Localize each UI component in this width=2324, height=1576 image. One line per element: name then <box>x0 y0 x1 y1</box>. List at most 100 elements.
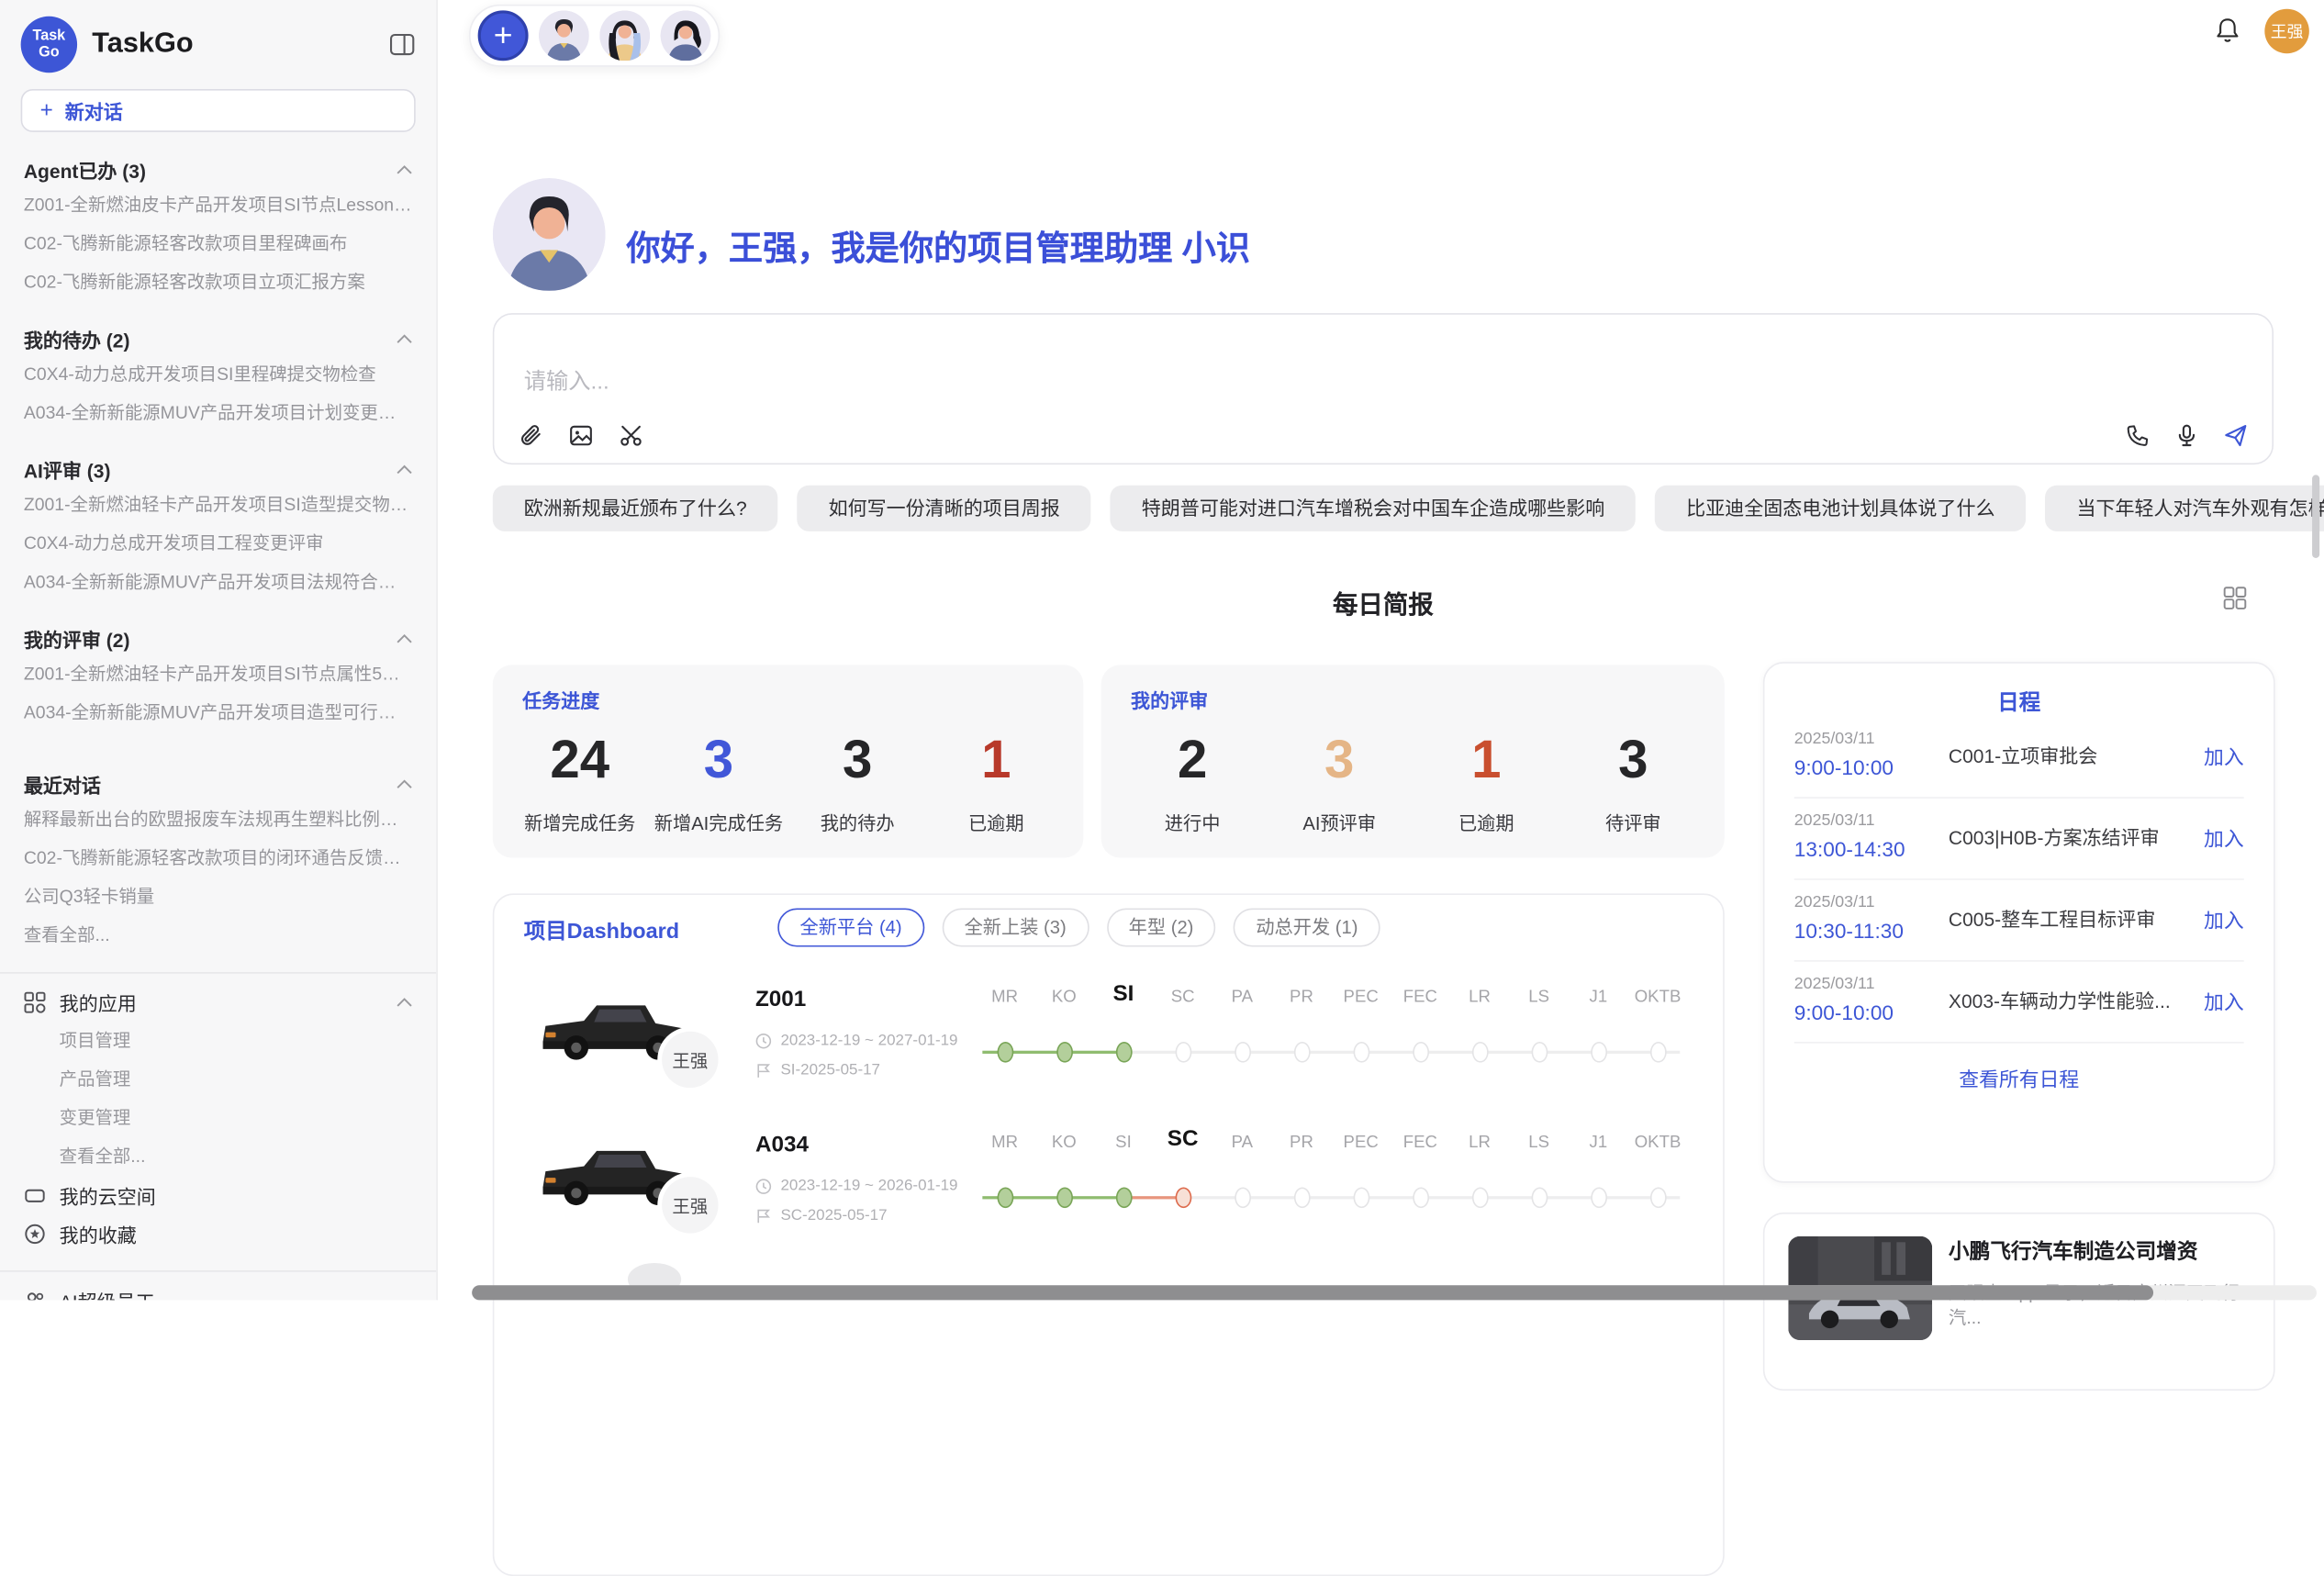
sidebar-item[interactable]: C02-飞腾新能源轻客改款项目里程碑画布 <box>0 224 436 263</box>
sidebar-item[interactable]: 解释最新出台的欧盟报废车法规再生塑料比例被调至15%... <box>0 799 436 838</box>
sidebar-item[interactable]: A034-全新新能源MUV产品开发项目造型可行性评审 <box>0 693 436 732</box>
send-icon[interactable] <box>2223 423 2248 448</box>
milestone-label: FEC <box>1391 1134 1450 1151</box>
agent-avatar-1[interactable] <box>539 10 589 61</box>
filter-model-year[interactable]: 年型 (2) <box>1106 909 1215 947</box>
suggestion-chip[interactable]: 如何写一份清晰的项目周报 <box>798 486 1091 531</box>
sidebar-item-my-apps[interactable]: 我的应用 <box>0 982 436 1021</box>
card-title: 我的评审 <box>1131 686 1208 714</box>
milestone-dot <box>1293 1187 1310 1208</box>
sidebar-item-favorites[interactable]: 我的收藏 <box>0 1214 436 1253</box>
milestone-dot <box>1590 1187 1606 1208</box>
sidebar-item-cloud-space[interactable]: 我的云空间 <box>0 1176 436 1214</box>
milestone-label-current: SI <box>1094 981 1154 1006</box>
milestone-label: FEC <box>1391 989 1450 1006</box>
sidebar-item[interactable]: C02-飞腾新能源轻客改款项目的闭环通告反馈情况 <box>0 839 436 877</box>
section-header-my-todo[interactable]: 我的待办 (2) <box>0 322 436 355</box>
image-icon[interactable] <box>568 423 593 448</box>
star-circle-icon <box>24 1222 46 1244</box>
sidebar-item[interactable]: A034-全新新能源MUV产品开发项目法规符合性评审 <box>0 563 436 601</box>
stat-ai-pre-review: 3 AI预评审 <box>1266 730 1413 835</box>
layout-grid-icon[interactable] <box>2223 587 2247 610</box>
news-card[interactable]: 小鹏飞行汽车制造公司增资 天眼查 App 显示，近日广州汇天飞行汽... <box>1763 1213 2275 1391</box>
sidebar-item-product-mgmt[interactable]: 产品管理 <box>0 1059 436 1098</box>
sidebar-view-all-apps[interactable]: 查看全部... <box>0 1137 436 1176</box>
sidebar-view-all-chats[interactable]: 查看全部... <box>0 916 436 955</box>
divider <box>0 972 436 974</box>
section-header-agent-done[interactable]: Agent已办 (3) <box>0 153 436 186</box>
milestone-label-current: SC <box>1153 1126 1212 1151</box>
message-input[interactable] <box>521 368 1715 397</box>
project-row-a034[interactable]: 王强 A034 2023-12-19 ~ 2026-01-19 SC-2025-… <box>494 1114 1723 1259</box>
suggestion-chip[interactable]: 欧洲新规最近颁布了什么? <box>493 486 778 531</box>
milestone-label: PEC <box>1331 989 1391 1006</box>
join-link[interactable]: 加入 <box>2204 903 2244 933</box>
project-row-z001[interactable]: 王强 Z001 2023-12-19 ~ 2027-01-19 SI-2025-… <box>494 969 1723 1114</box>
milestone-label: LR <box>1450 989 1510 1006</box>
chevron-up-icon <box>397 164 413 174</box>
stat-pending-review: 3 待评审 <box>1559 730 1706 835</box>
scissors-icon[interactable] <box>619 423 643 448</box>
filter-powertrain[interactable]: 动总开发 (1) <box>1234 909 1380 947</box>
phone-call-icon[interactable] <box>2125 423 2150 448</box>
app-title: TaskGo <box>92 28 388 61</box>
dashboard-title: 项目Dashboard <box>524 914 679 945</box>
sidebar-item[interactable]: Z001-全新燃油轻卡产品开发项目SI造型提交物评审 <box>0 486 436 524</box>
join-link[interactable]: 加入 <box>2204 985 2244 1014</box>
schedule-item: 2025/03/11 9:00-10:00 X003-车辆动力学性能验... 加… <box>1794 962 2244 1044</box>
milestone-label: PR <box>1272 989 1332 1006</box>
add-agent-button[interactable]: + <box>478 10 529 61</box>
horizontal-scrollbar-thumb[interactable] <box>472 1285 2153 1300</box>
suggestion-chip[interactable]: 比亚迪全固态电池计划具体说了什么 <box>1655 486 2026 531</box>
project-owner-badge: 王强 <box>662 1032 718 1088</box>
milestone-dot-done <box>1115 1187 1132 1208</box>
join-link[interactable]: 加入 <box>2204 822 2244 851</box>
app-logo: TaskGo <box>21 17 77 73</box>
agent-avatar-2[interactable] <box>599 10 650 61</box>
sidebar-section-my-review: 我的评审 (2) Z001-全新燃油轻卡产品开发项目SI节点属性5D文件评审 A… <box>0 621 436 732</box>
schedule-time: 9:00-10:00 <box>1794 755 1949 779</box>
join-link[interactable]: 加入 <box>2204 740 2244 769</box>
section-header-ai-review[interactable]: AI评审 (3) <box>0 453 436 486</box>
filter-new-body[interactable]: 全新上装 (3) <box>942 909 1089 947</box>
chevron-up-icon <box>397 997 413 1007</box>
attachment-icon[interactable] <box>518 423 542 448</box>
new-chat-button[interactable]: + 新对话 <box>21 89 416 132</box>
sidebar-item-change-mgmt[interactable]: 变更管理 <box>0 1098 436 1136</box>
sidebar-collapse-icon[interactable] <box>389 31 416 58</box>
sidebar-item-project-mgmt[interactable]: 项目管理 <box>0 1021 436 1059</box>
milestone-dot-done <box>1056 1187 1072 1208</box>
user-avatar[interactable]: 王强 <box>2264 9 2309 54</box>
milestone-label: LR <box>1450 1134 1510 1151</box>
milestone-dot <box>1471 1187 1488 1208</box>
vertical-scrollbar-thumb[interactable] <box>2312 475 2319 558</box>
sidebar-section-ai-review: AI评审 (3) Z001-全新燃油轻卡产品开发项目SI造型提交物评审 C0X4… <box>0 453 436 601</box>
sidebar-item[interactable]: Z001-全新燃油轻卡产品开发项目SI节点属性5D文件评审 <box>0 654 436 693</box>
suggestion-chip[interactable]: 当下年轻人对汽车外观有怎样的喜好趋势 <box>2045 486 2324 531</box>
section-header-recent-chats[interactable]: 最近对话 <box>0 767 436 800</box>
milestone-label: MR <box>975 1134 1034 1151</box>
project-date-range: 2023-12-19 ~ 2026-01-19 <box>755 1177 958 1194</box>
milestone-label: J1 <box>1569 1134 1628 1151</box>
microphone-icon[interactable] <box>2174 423 2199 448</box>
milestone-dot <box>1531 1187 1547 1208</box>
milestone-dot <box>1412 1187 1428 1208</box>
schedule-event-title: X003-车辆动力学性能验... <box>1949 986 2204 1014</box>
sidebar-item[interactable]: Z001-全新燃油皮卡产品开发项目SI节点Lesson Learn报告 <box>0 185 436 224</box>
view-all-schedule-link[interactable]: 查看所有日程 <box>1794 1063 2244 1092</box>
agent-avatar-3[interactable] <box>661 10 711 61</box>
suggestion-chip[interactable]: 特朗普可能对进口汽车增税会对中国车企造成哪些影响 <box>1111 486 1636 531</box>
sidebar-item[interactable]: C0X4-动力总成开发项目SI里程碑提交物检查 <box>0 354 436 393</box>
sidebar-item[interactable]: C02-飞腾新能源轻客改款项目立项汇报方案 <box>0 263 436 301</box>
notifications-bell-icon[interactable] <box>2213 17 2242 46</box>
section-header-my-review[interactable]: 我的评审 (2) <box>0 621 436 654</box>
flag-icon <box>755 1207 772 1224</box>
schedule-event-title: C003|H0B-方案冻结评审 <box>1949 822 2204 851</box>
sidebar-item[interactable]: A034-全新新能源MUV产品开发项目计划变更表编写 <box>0 393 436 431</box>
milestone-label: SI <box>1094 1134 1154 1151</box>
sidebar-item[interactable]: 公司Q3轻卡销量 <box>0 877 436 916</box>
schedule-event-title: C001-立项审批会 <box>1949 741 2204 769</box>
filter-all-new-platform[interactable]: 全新平台 (4) <box>777 909 924 947</box>
sidebar-item-ai-staff[interactable]: AI超级员工 <box>0 1280 436 1300</box>
sidebar-item[interactable]: C0X4-动力总成开发项目工程变更评审 <box>0 524 436 563</box>
